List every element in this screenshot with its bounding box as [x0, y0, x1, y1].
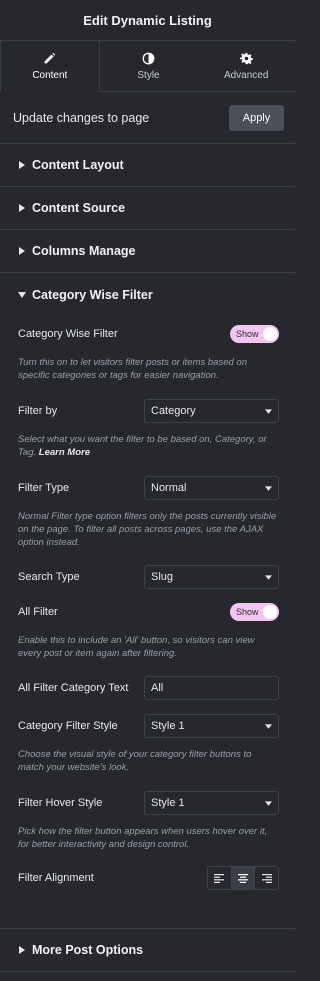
- control-all-filter-text: All Filter Category Text: [0, 676, 295, 700]
- control-description: Select what you want the filter to be ba…: [0, 433, 295, 459]
- filter-type-select[interactable]: Normal: [144, 476, 279, 500]
- select-value: Style 1: [151, 720, 185, 732]
- control-category-wise-filter: Category Wise Filter Show: [0, 322, 295, 346]
- caret-right-icon: [18, 945, 26, 955]
- toggle-label: Show: [236, 607, 259, 617]
- toggle-knob: [263, 605, 277, 619]
- contrast-icon: [142, 52, 155, 64]
- section-title: Content Source: [32, 201, 126, 215]
- panel-header: Edit Dynamic Listing: [0, 0, 295, 41]
- caret-right-icon: [18, 160, 26, 170]
- control-description: Pick how the filter button appears when …: [18, 826, 268, 850]
- search-type-select[interactable]: Slug: [144, 565, 279, 589]
- caret-right-icon: [18, 246, 26, 256]
- panel-tabs: Content Style Advanced: [0, 41, 295, 92]
- caret-down-icon: [18, 291, 26, 298]
- control-description: Enable this to include an 'All' button, …: [18, 635, 255, 659]
- section-content-source[interactable]: Content Source: [0, 187, 295, 230]
- control-label: Category Wise Filter: [18, 328, 118, 340]
- section-more-post-options[interactable]: More Post Options: [0, 929, 295, 972]
- section-title: Category Wise Filter: [32, 287, 153, 302]
- tab-advanced-label: Advanced: [223, 69, 269, 81]
- alignment-button-group: [207, 866, 279, 890]
- chevron-down-icon: [265, 800, 272, 806]
- select-value: Slug: [151, 571, 174, 583]
- control-all-filter: All Filter Show: [0, 600, 295, 624]
- align-left-button[interactable]: [208, 867, 232, 889]
- caret-right-icon: [18, 203, 26, 213]
- section-content-layout[interactable]: Content Layout: [0, 144, 295, 187]
- all-filter-text-input[interactable]: [144, 676, 279, 700]
- control-search-type: Search Type Slug: [0, 565, 295, 589]
- all-filter-toggle[interactable]: Show: [230, 603, 279, 621]
- control-filter-by: Filter by Category: [0, 399, 295, 423]
- control-label: All Filter Category Text: [18, 682, 129, 694]
- category-filter-style-select[interactable]: Style 1: [144, 714, 279, 738]
- category-filter-toggle[interactable]: Show: [230, 325, 279, 343]
- learn-more-link[interactable]: Learn More: [39, 447, 90, 458]
- chevron-down-icon: [265, 723, 272, 729]
- control-description: Choose the visual style of your category…: [18, 749, 252, 773]
- section-title: More Post Options: [32, 943, 144, 957]
- chevron-down-icon: [265, 574, 272, 580]
- control-filter-hover-style: Filter Hover Style Style 1: [0, 791, 295, 815]
- section-columns-manage[interactable]: Columns Manage: [0, 230, 295, 273]
- filter-hover-style-select[interactable]: Style 1: [144, 791, 279, 815]
- align-right-icon: [261, 873, 272, 883]
- control-category-filter-style: Category Filter Style Style 1: [0, 714, 295, 738]
- update-row: Update changes to page Apply: [0, 92, 295, 144]
- control-label: Filter by: [18, 405, 58, 417]
- section-category-wise-filter: Category Wise Filter Category Wise Filte…: [0, 273, 295, 929]
- control-label: Filter Type: [18, 482, 70, 494]
- chevron-down-icon: [265, 408, 272, 414]
- tab-style-label: Style: [137, 69, 160, 81]
- align-center-icon: [238, 873, 248, 883]
- chevron-down-icon: [265, 485, 272, 491]
- control-label: Filter Alignment: [18, 872, 94, 884]
- control-label: Filter Hover Style: [18, 797, 103, 809]
- align-center-button[interactable]: [231, 867, 256, 889]
- align-left-icon: [214, 873, 225, 883]
- control-description: Normal Filter type option filters only t…: [18, 511, 277, 548]
- section-header[interactable]: Category Wise Filter: [0, 273, 295, 316]
- update-label: Update changes to page: [13, 110, 150, 125]
- control-filter-alignment: Filter Alignment: [0, 866, 295, 890]
- control-label: Search Type: [18, 571, 80, 583]
- control-label: Category Filter Style: [18, 720, 118, 732]
- tab-style[interactable]: Style: [100, 41, 198, 91]
- tab-content[interactable]: Content: [0, 41, 100, 92]
- control-label: All Filter: [18, 606, 58, 618]
- align-right-button[interactable]: [255, 867, 278, 889]
- panel-title: Edit Dynamic Listing: [83, 12, 212, 28]
- tab-content-label: Content: [32, 69, 68, 81]
- control-description: Turn this on to let visitors filter post…: [18, 357, 247, 381]
- toggle-knob: [263, 327, 277, 341]
- pencil-icon: [44, 52, 56, 63]
- apply-button[interactable]: Apply: [229, 104, 284, 131]
- control-filter-type: Filter Type Normal: [0, 476, 295, 500]
- filter-by-select[interactable]: Category: [144, 399, 279, 423]
- tab-advanced[interactable]: Advanced: [197, 41, 295, 91]
- select-value: Category: [151, 405, 196, 417]
- toggle-label: Show: [236, 329, 259, 339]
- select-value: Normal: [151, 482, 187, 494]
- gear-icon: [239, 52, 253, 64]
- section-title: Content Layout: [32, 158, 124, 172]
- section-title: Columns Manage: [32, 244, 136, 258]
- select-value: Style 1: [151, 797, 185, 809]
